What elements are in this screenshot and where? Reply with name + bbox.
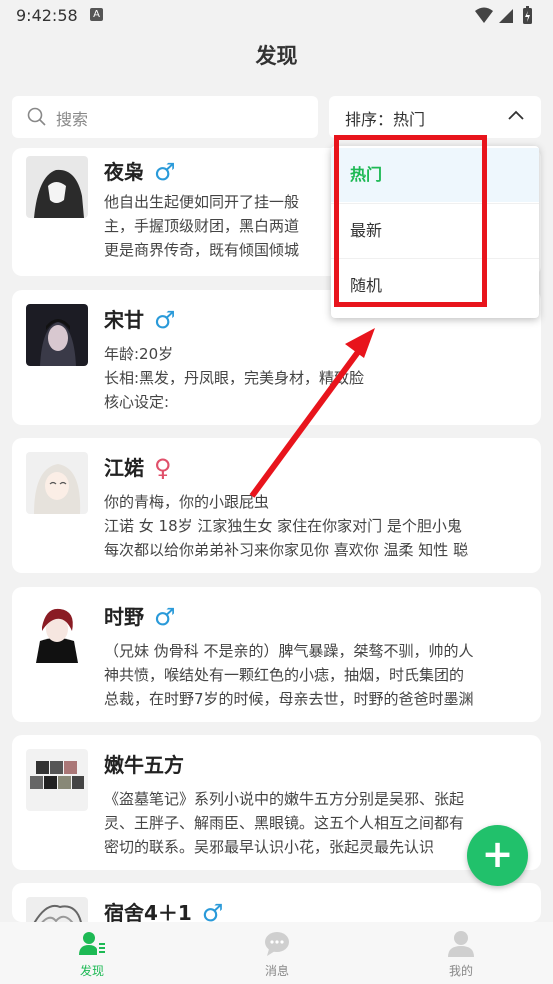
profile-icon (448, 931, 474, 957)
tab-profile[interactable]: 我的 (401, 922, 521, 984)
tab-discover[interactable]: 发现 (32, 922, 152, 984)
tab-profile-label: 我的 (448, 964, 473, 978)
tab-messages[interactable]: 消息 (217, 922, 337, 984)
discover-user-icon (79, 932, 105, 955)
tab-messages-label: 消息 (264, 964, 289, 978)
bottom-tab-bar: 发现 消息 我的 (0, 922, 553, 984)
add-character-button[interactable]: + (467, 825, 528, 886)
plus-icon: + (481, 832, 514, 876)
tab-discover-label: 发现 (79, 964, 104, 978)
chat-bubble-icon (265, 932, 289, 956)
